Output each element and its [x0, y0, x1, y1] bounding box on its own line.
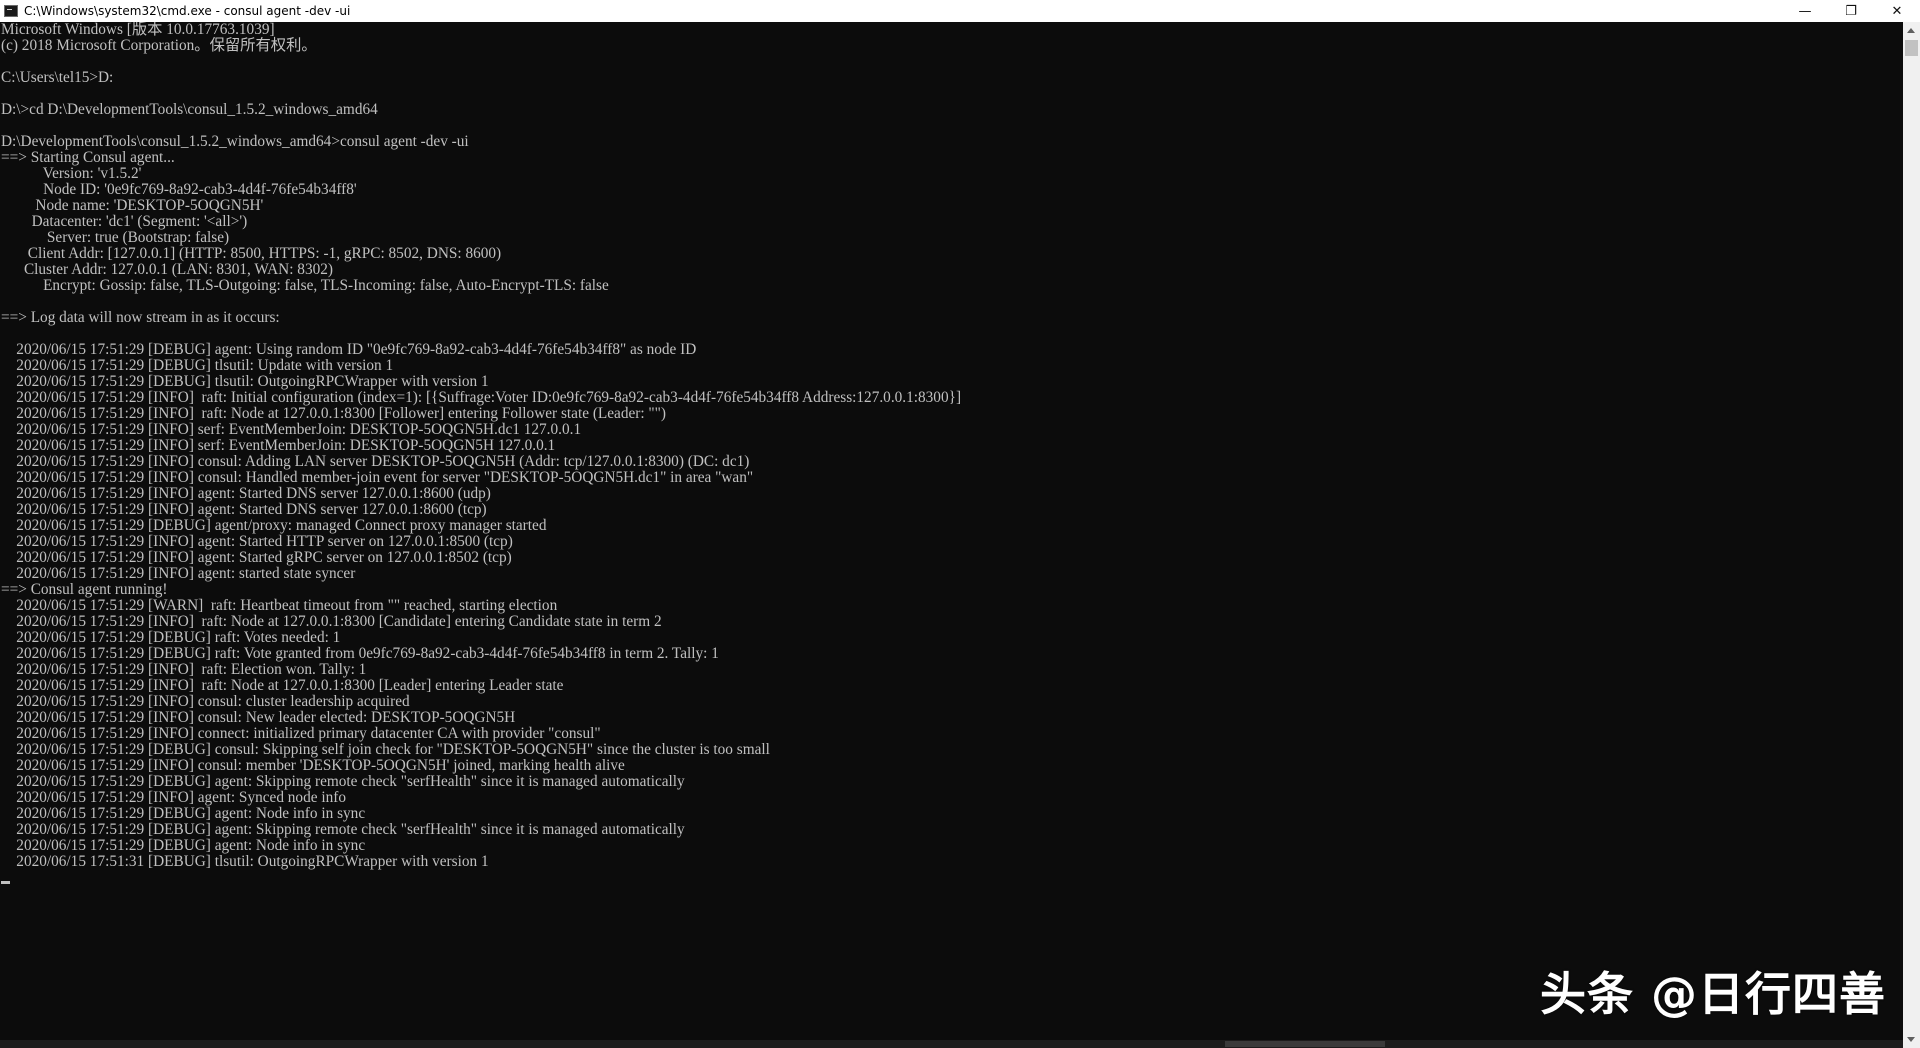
- cmd-window: C:\Windows\system32\cmd.exe - consul age…: [0, 0, 1920, 1048]
- console-line: 2020/06/15 17:51:29 [INFO] raft: Initial…: [1, 389, 962, 406]
- console-line: 2020/06/15 17:51:29 [INFO] raft: Node at…: [1, 613, 662, 630]
- scroll-down-arrow-icon[interactable]: [1907, 1037, 1915, 1042]
- close-button[interactable]: ✕: [1874, 0, 1920, 22]
- console-line: ==> Log data will now stream in as it oc…: [1, 309, 280, 326]
- console-line: 2020/06/15 17:51:29 [INFO] consul: New l…: [1, 709, 516, 726]
- console-line: D:\>cd D:\DevelopmentTools\consul_1.5.2_…: [1, 101, 378, 118]
- console-line: 2020/06/15 17:51:29 [DEBUG] agent/proxy:…: [1, 517, 547, 534]
- console-line: 2020/06/15 17:51:29 [DEBUG] tlsutil: Out…: [1, 373, 489, 390]
- console-line: 2020/06/15 17:51:29 [INFO] raft: Node at…: [1, 677, 564, 694]
- console-line: Version: 'v1.5.2': [1, 165, 142, 182]
- console-line: 2020/06/15 17:51:29 [INFO] agent: Starte…: [1, 549, 512, 566]
- vertical-scrollbar[interactable]: [1903, 22, 1920, 1048]
- console-line: D:\DevelopmentTools\consul_1.5.2_windows…: [1, 133, 469, 150]
- console-line: 2020/06/15 17:51:29 [DEBUG] raft: Votes …: [1, 629, 341, 646]
- restore-button[interactable]: ❐: [1828, 0, 1874, 22]
- console-line: 2020/06/15 17:51:29 [INFO] serf: EventMe…: [1, 421, 582, 438]
- console-line: 2020/06/15 17:51:29 [DEBUG] raft: Vote g…: [1, 645, 719, 662]
- watermark: 头条 @日行四善: [1539, 967, 1886, 1021]
- title-bar[interactable]: C:\Windows\system32\cmd.exe - consul age…: [0, 0, 1920, 22]
- console-line: Encrypt: Gossip: false, TLS-Outgoing: fa…: [1, 277, 609, 294]
- console-line: 2020/06/15 17:51:29 [INFO] agent: Starte…: [1, 533, 513, 550]
- window-controls: — ❐ ✕: [1782, 0, 1920, 22]
- text-cursor: [1, 881, 10, 884]
- console-line: (c) 2018 Microsoft Corporation。保留所有权利。: [1, 37, 317, 54]
- console-line: 2020/06/15 17:51:29 [DEBUG] agent: Using…: [1, 341, 697, 358]
- horizontal-scroll-thumb[interactable]: [1225, 1041, 1385, 1047]
- vertical-scroll-thumb[interactable]: [1905, 40, 1918, 56]
- console-output[interactable]: Microsoft Windows [版本 10.0.17763.1039] (c…: [0, 22, 1900, 1040]
- console-line: 2020/06/15 17:51:29 [DEBUG] agent: Node …: [1, 805, 366, 822]
- console-line: 2020/06/15 17:51:29 [INFO] consul: Addin…: [1, 453, 750, 470]
- horizontal-scrollbar[interactable]: [0, 1040, 1903, 1048]
- console-line: 2020/06/15 17:51:29 [INFO] raft: Electio…: [1, 661, 367, 678]
- console-line: 2020/06/15 17:51:29 [INFO] agent: Synced…: [1, 789, 346, 806]
- console-line: 2020/06/15 17:51:29 [INFO] raft: Node at…: [1, 405, 667, 422]
- console-line: Microsoft Windows [版本 10.0.17763.1039]: [1, 22, 275, 38]
- minimize-button[interactable]: —: [1782, 0, 1828, 22]
- console-line: ==> Consul agent running!: [1, 581, 168, 598]
- console-line: 2020/06/15 17:51:29 [INFO] agent: starte…: [1, 565, 356, 582]
- console-line: Server: true (Bootstrap: false): [1, 229, 230, 246]
- console-line: C:\Users\tel15>D:: [1, 69, 114, 86]
- console-line: 2020/06/15 17:51:29 [INFO] agent: Starte…: [1, 485, 491, 502]
- console-line: 2020/06/15 17:51:29 [DEBUG] tlsutil: Upd…: [1, 357, 394, 374]
- console-line: 2020/06/15 17:51:29 [DEBUG] agent: Skipp…: [1, 773, 685, 790]
- cmd-app-icon: [4, 5, 18, 17]
- console-line: 2020/06/15 17:51:29 [INFO] consul: clust…: [1, 693, 410, 710]
- console-line: Client Addr: [127.0.0.1] (HTTP: 8500, HT…: [1, 245, 502, 262]
- console-line: 2020/06/15 17:51:29 [DEBUG] agent: Node …: [1, 837, 366, 854]
- console-line: 2020/06/15 17:51:29 [WARN] raft: Heartbe…: [1, 597, 558, 614]
- scroll-up-arrow-icon[interactable]: [1907, 28, 1915, 33]
- console-line: 2020/06/15 17:51:31 [DEBUG] tlsutil: Out…: [1, 853, 489, 870]
- console-line: Node ID: '0e9fc769-8a92-cab3-4d4f-76fe54…: [1, 181, 357, 198]
- console-line: 2020/06/15 17:51:29 [INFO] serf: EventMe…: [1, 437, 556, 454]
- window-title: C:\Windows\system32\cmd.exe - consul age…: [24, 4, 351, 18]
- console-line: ==> Starting Consul agent...: [1, 149, 175, 166]
- console-line: 2020/06/15 17:51:29 [DEBUG] consul: Skip…: [1, 741, 770, 758]
- console-line: Datacenter: 'dc1' (Segment: '<all>'): [1, 213, 248, 230]
- console-line: 2020/06/15 17:51:29 [INFO] consul: membe…: [1, 757, 625, 774]
- console-line: Node name: 'DESKTOP-5OQGN5H': [1, 197, 264, 214]
- console-line: 2020/06/15 17:51:29 [DEBUG] agent: Skipp…: [1, 821, 685, 838]
- console-line: 2020/06/15 17:51:29 [INFO] agent: Starte…: [1, 501, 487, 518]
- console-line: 2020/06/15 17:51:29 [INFO] consul: Handl…: [1, 469, 754, 486]
- console-line: Cluster Addr: 127.0.0.1 (LAN: 8301, WAN:…: [1, 261, 333, 278]
- console-line: 2020/06/15 17:51:29 [INFO] connect: init…: [1, 725, 601, 742]
